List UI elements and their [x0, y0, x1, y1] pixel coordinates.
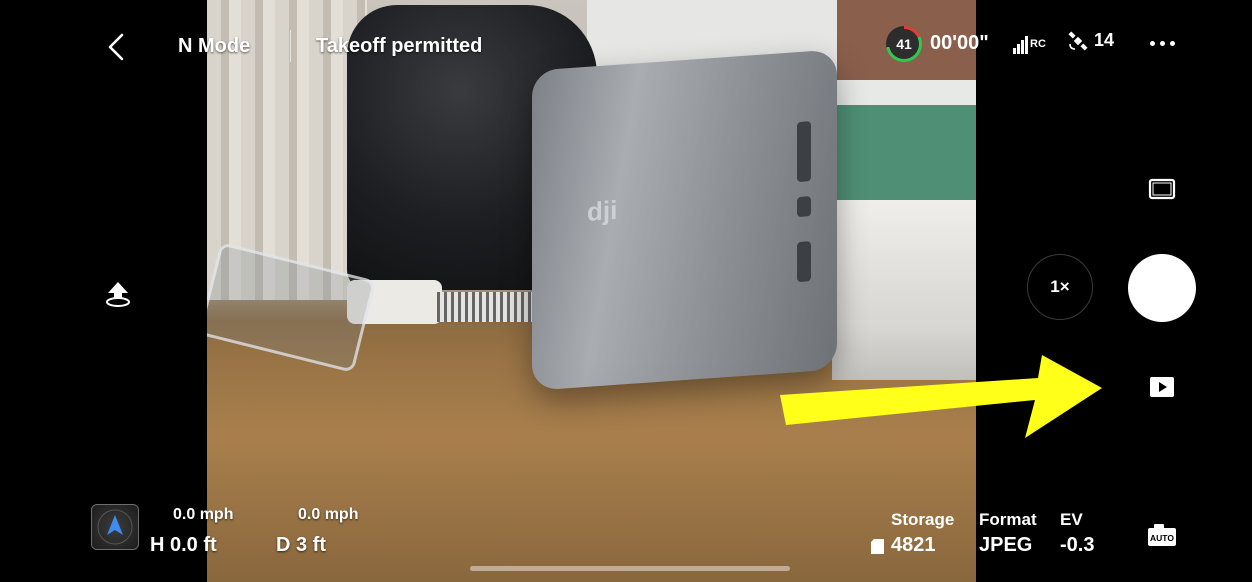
feed-right-wall [832, 200, 976, 320]
vertical-speed: 0.0 mph [173, 506, 234, 523]
more-dot [1160, 41, 1165, 46]
feed-logo: dji [587, 194, 618, 227]
flight-time: 00'00" [930, 32, 989, 54]
auto-label: AUTO [1150, 533, 1174, 543]
aspect-ratio-icon[interactable] [1148, 178, 1176, 200]
distance-readout: D 3 ft [276, 534, 326, 556]
horizontal-speed: 0.0 mph [298, 506, 359, 523]
takeoff-status: Takeoff permitted [316, 35, 483, 57]
sd-card-icon [871, 539, 884, 554]
signal-bars-icon[interactable]: RC [1013, 34, 1053, 54]
satellite-icon [1068, 31, 1088, 51]
hub-slot [797, 196, 811, 218]
feed-charging-hub: dji [532, 49, 837, 391]
storage-value[interactable]: 4821 [891, 534, 936, 557]
battery-percent: 41 [889, 29, 919, 59]
zoom-button[interactable]: 1× [1027, 254, 1093, 320]
ev-value[interactable]: -0.3 [1060, 534, 1094, 557]
storage-label: Storage [891, 510, 955, 529]
shutter-button[interactable] [1128, 254, 1196, 322]
hub-slot [797, 241, 811, 283]
more-dots-icon[interactable] [1148, 36, 1178, 50]
signal-bar [1021, 40, 1024, 54]
playback-icon[interactable] [1148, 375, 1176, 399]
gps-status[interactable]: 14 [1067, 30, 1114, 52]
top-divider [290, 30, 291, 62]
annotation-arrow [780, 355, 1102, 438]
format-label: Format [979, 510, 1037, 529]
camera-auto-icon[interactable]: AUTO [1146, 522, 1178, 548]
gps-count: 14 [1094, 30, 1115, 50]
flight-mode[interactable]: N Mode [178, 35, 250, 58]
takeoff-icon[interactable] [104, 280, 132, 308]
chevron-left-icon[interactable] [104, 32, 128, 62]
rc-label: RC [1030, 38, 1046, 50]
signal-bar [1025, 36, 1028, 54]
home-indicator[interactable] [470, 566, 790, 571]
more-dot [1170, 41, 1175, 46]
feed-notebook [437, 292, 537, 322]
format-value[interactable]: JPEG [979, 534, 1032, 557]
attitude-radar-icon[interactable] [91, 504, 139, 550]
signal-bar [1017, 44, 1020, 54]
hub-slot [797, 121, 811, 183]
more-dot [1150, 41, 1155, 46]
radar-arrow-icon [97, 509, 133, 545]
ev-label: EV [1060, 510, 1083, 529]
battery-ring-icon[interactable]: 41 [886, 26, 922, 62]
camera-feed[interactable]: dji [207, 0, 976, 582]
height-readout: H 0.0 ft [150, 534, 217, 556]
signal-bar [1013, 48, 1016, 54]
